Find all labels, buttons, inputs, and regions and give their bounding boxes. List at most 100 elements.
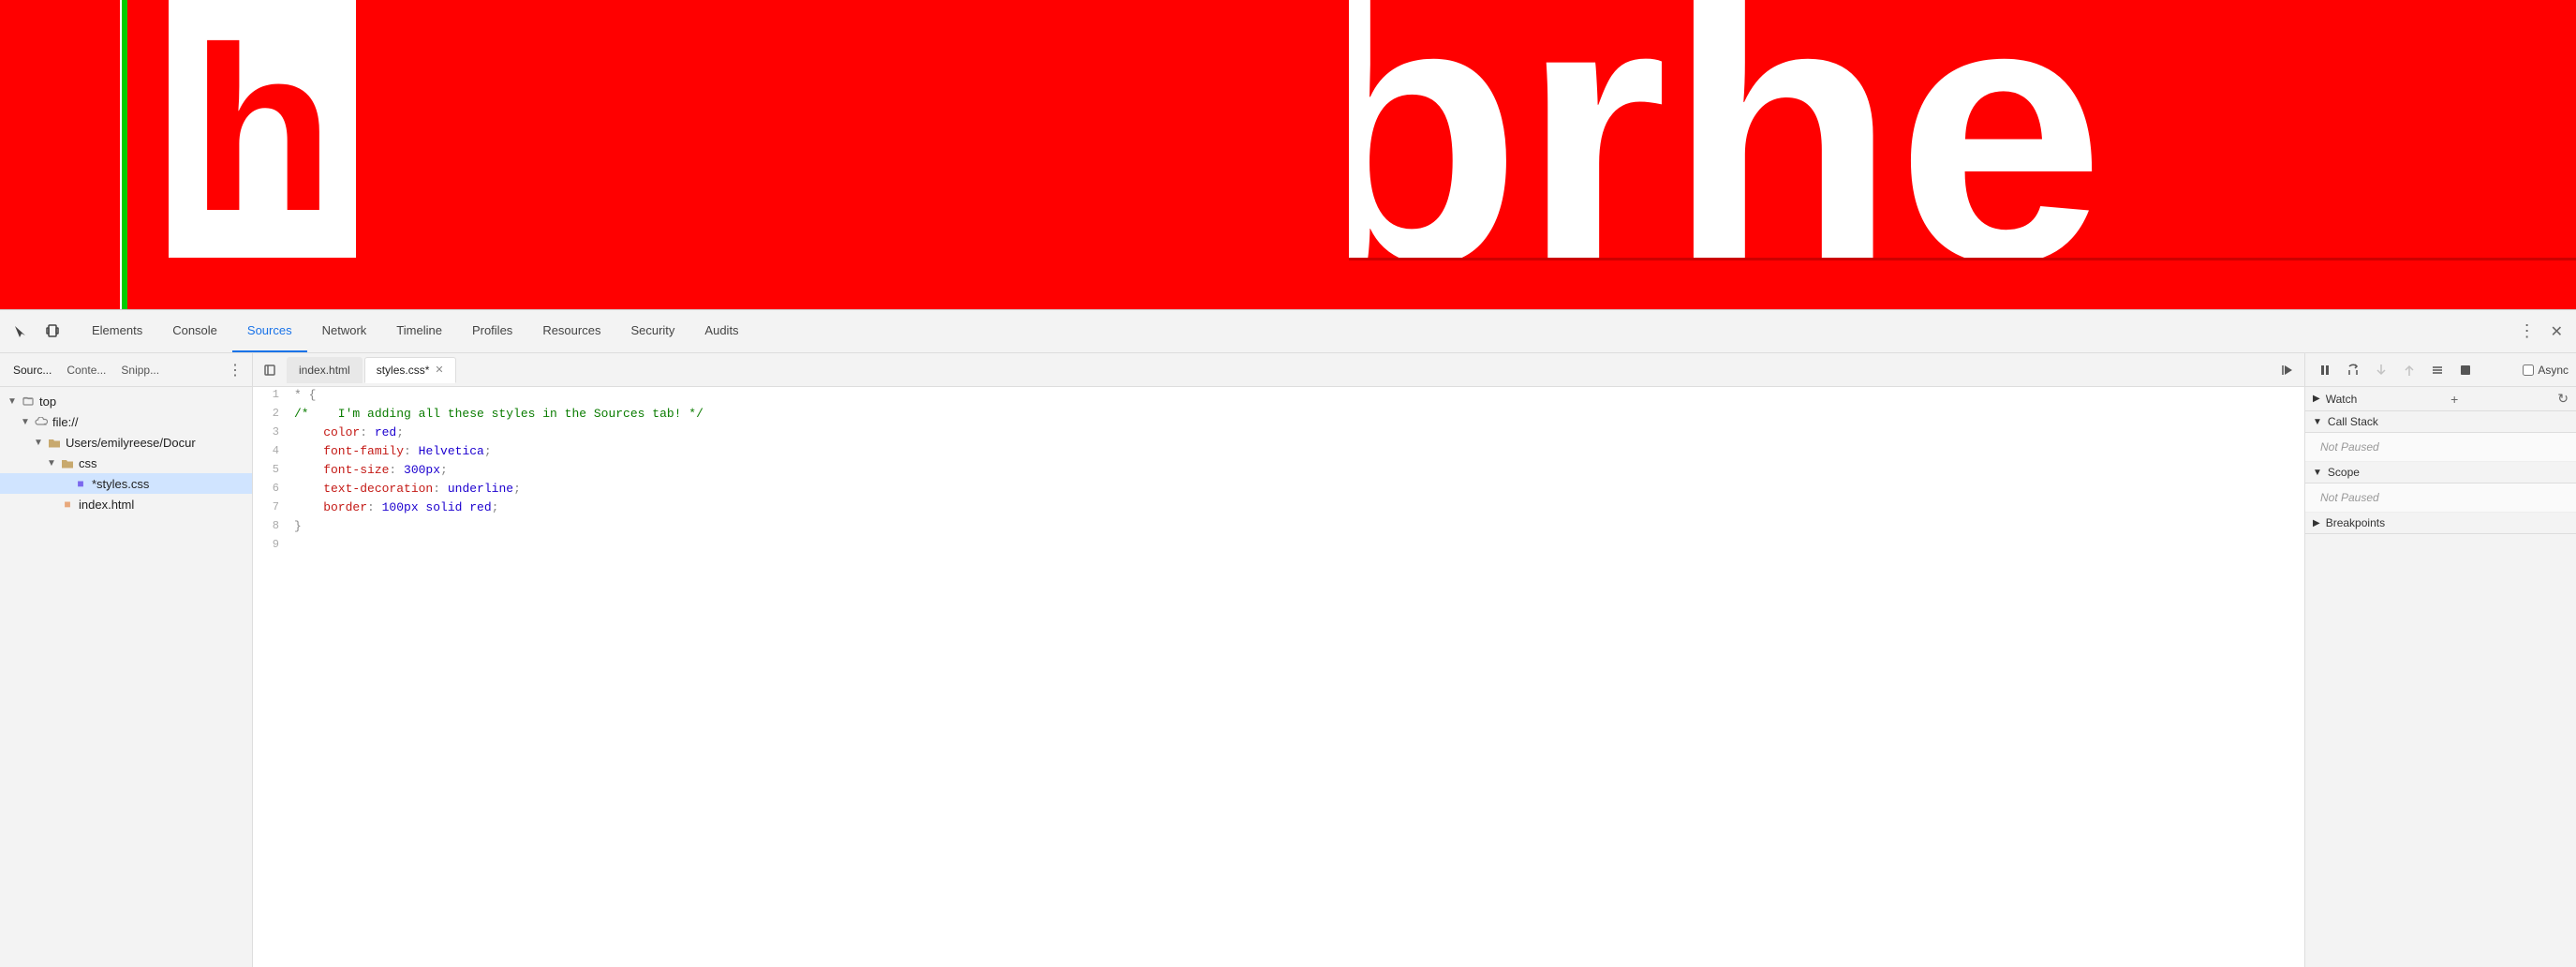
breakpoints-section-header[interactable]: ▶ Breakpoints bbox=[2305, 513, 2576, 534]
code-line-6: 6 text-decoration: underline; bbox=[253, 481, 2304, 499]
editor-panel: index.html styles.css* ✕ 1 * { 2 bbox=[253, 353, 2304, 967]
device-icon-btn[interactable] bbox=[39, 319, 66, 345]
tree-item-top[interactable]: ▼ top bbox=[0, 391, 252, 411]
pause-icon bbox=[2318, 364, 2332, 377]
tab-sources[interactable]: Sources bbox=[232, 310, 307, 352]
tree-arrow-top: ▼ bbox=[7, 396, 21, 407]
deactivate-breakpoints-button[interactable] bbox=[2425, 358, 2450, 382]
sidebar-tabs-more-icon[interactable]: ⋮ bbox=[224, 359, 246, 381]
tree-label-top: top bbox=[39, 394, 56, 409]
call-stack-section-header[interactable]: ▼ Call Stack bbox=[2305, 411, 2576, 433]
tab-console[interactable]: Console bbox=[157, 310, 232, 352]
watch-section-arrow: ▶ bbox=[2313, 394, 2320, 404]
tree-item-file[interactable]: ▼ file:// bbox=[0, 411, 252, 432]
pause-button[interactable] bbox=[2313, 358, 2337, 382]
editor-tabs: index.html styles.css* ✕ bbox=[253, 353, 2304, 387]
tab-audits[interactable]: Audits bbox=[689, 310, 753, 352]
devtools-panel: Elements Console Sources Network Timelin… bbox=[0, 309, 2576, 967]
async-checkbox-input[interactable] bbox=[2523, 364, 2534, 376]
breakpoints-label: Breakpoints bbox=[2326, 516, 2385, 529]
watch-add-icon[interactable]: + bbox=[2450, 392, 2458, 407]
step-over-icon bbox=[2346, 363, 2361, 378]
sidebar-tab-snippets[interactable]: Snipp... bbox=[113, 360, 167, 380]
tree-arrow-users: ▼ bbox=[34, 438, 47, 448]
editor-tab-close-icon[interactable]: ✕ bbox=[435, 364, 443, 376]
editor-tab-nav-icon[interactable] bbox=[257, 357, 283, 383]
code-line-4: 4 font-family: Helvetica; bbox=[253, 443, 2304, 462]
editor-nav-icon bbox=[263, 364, 276, 377]
step-out-button[interactable] bbox=[2397, 358, 2421, 382]
editor-tab-index-html[interactable]: index.html bbox=[287, 357, 363, 383]
breakpoints-arrow: ▶ bbox=[2313, 518, 2320, 528]
tab-profiles[interactable]: Profiles bbox=[457, 310, 527, 352]
editor-tab-styles-label: styles.css* bbox=[377, 364, 430, 377]
call-stack-label: Call Stack bbox=[2328, 415, 2378, 428]
step-into-button[interactable] bbox=[2369, 358, 2393, 382]
scope-content: Not Paused bbox=[2305, 484, 2576, 513]
preview-right-bottom bbox=[1349, 258, 2576, 309]
tree-item-css[interactable]: ▼ css bbox=[0, 453, 252, 473]
toolbar-icons bbox=[7, 319, 66, 345]
devtools-body: Sourc... Conte... Snipp... ⋮ ▼ top ▼ bbox=[0, 353, 2576, 967]
tab-security[interactable]: Security bbox=[615, 310, 689, 352]
tab-network[interactable]: Network bbox=[307, 310, 382, 352]
tab-timeline[interactable]: Timeline bbox=[381, 310, 457, 352]
folder-icon-top bbox=[21, 394, 36, 409]
stop-icon bbox=[2459, 364, 2472, 377]
tree-label-css: css bbox=[79, 456, 97, 470]
file-icon-html: ■ bbox=[60, 497, 75, 512]
cursor-icon-btn[interactable] bbox=[7, 319, 34, 345]
step-over-button[interactable] bbox=[2341, 358, 2365, 382]
device-icon bbox=[45, 324, 60, 339]
more-options-icon[interactable]: ⋮ bbox=[2513, 318, 2541, 345]
toolbar-right: ⋮ ✕ bbox=[2513, 318, 2569, 345]
close-devtools-button[interactable]: ✕ bbox=[2545, 319, 2569, 345]
sources-sidebar: Sourc... Conte... Snipp... ⋮ ▼ top ▼ bbox=[0, 353, 253, 967]
cursor-icon bbox=[13, 324, 28, 339]
preview-green-line bbox=[122, 0, 127, 309]
code-line-3: 3 color: red; bbox=[253, 424, 2304, 443]
tree-item-users[interactable]: ▼ Users/emilyreese/Docur bbox=[0, 432, 252, 453]
scope-arrow: ▼ bbox=[2313, 468, 2322, 478]
preview-bottom-h-bar bbox=[169, 258, 356, 309]
code-line-8: 8 } bbox=[253, 518, 2304, 537]
preview-right: brhe bbox=[1349, 0, 2576, 309]
sidebar-tab-content[interactable]: Conte... bbox=[59, 360, 113, 380]
deactivate-icon bbox=[2431, 364, 2444, 377]
scope-section-header[interactable]: ▼ Scope bbox=[2305, 462, 2576, 484]
folder-icon-users bbox=[47, 435, 62, 450]
devtools-toolbar: Elements Console Sources Network Timelin… bbox=[0, 310, 2576, 353]
watch-refresh-icon[interactable]: ↻ bbox=[2557, 391, 2569, 407]
code-line-1: 1 * { bbox=[253, 387, 2304, 406]
stop-button[interactable] bbox=[2453, 358, 2478, 382]
debugger-toolbar: Async bbox=[2305, 353, 2576, 387]
tree-label-styles-css: *styles.css bbox=[92, 477, 149, 491]
call-stack-content: Not Paused bbox=[2305, 433, 2576, 462]
tab-resources[interactable]: Resources bbox=[527, 310, 615, 352]
preview-letter-h: h bbox=[191, 12, 334, 246]
sidebar-tab-sources[interactable]: Sourc... bbox=[6, 360, 59, 380]
tree-item-index-html[interactable]: ■ index.html bbox=[0, 494, 252, 514]
file-tree: ▼ top ▼ file:// ▼ bbox=[0, 387, 252, 967]
editor-tab-index-label: index.html bbox=[299, 364, 350, 377]
code-editor[interactable]: 1 * { 2 /* I'm adding all these styles i… bbox=[253, 387, 2304, 967]
scope-label: Scope bbox=[2328, 466, 2360, 479]
editor-tab-styles-css[interactable]: styles.css* ✕ bbox=[364, 357, 456, 383]
file-icon-css: ■ bbox=[73, 476, 88, 491]
editor-run-button[interactable] bbox=[2274, 357, 2301, 383]
preview-center: h bbox=[122, 0, 1349, 309]
tree-item-styles-css[interactable]: ■ *styles.css bbox=[0, 473, 252, 494]
tree-label-users: Users/emilyreese/Docur bbox=[66, 436, 196, 450]
tree-arrow-css: ▼ bbox=[47, 458, 60, 469]
cloud-icon bbox=[34, 414, 49, 429]
toolbar-tabs: Elements Console Sources Network Timelin… bbox=[77, 310, 2513, 352]
tree-label-file: file:// bbox=[52, 415, 78, 429]
tab-elements[interactable]: Elements bbox=[77, 310, 157, 352]
right-panel: Async ▶ Watch + ↻ ▼ Call Stack Not Pause… bbox=[2304, 353, 2576, 967]
scope-status: Not Paused bbox=[2320, 491, 2379, 504]
watch-section-header[interactable]: ▶ Watch + ↻ bbox=[2305, 387, 2576, 411]
code-line-9: 9 bbox=[253, 537, 2304, 556]
code-line-5: 5 font-size: 300px; bbox=[253, 462, 2304, 481]
async-label: Async bbox=[2538, 364, 2569, 377]
code-line-7: 7 border: 100px solid red; bbox=[253, 499, 2304, 518]
